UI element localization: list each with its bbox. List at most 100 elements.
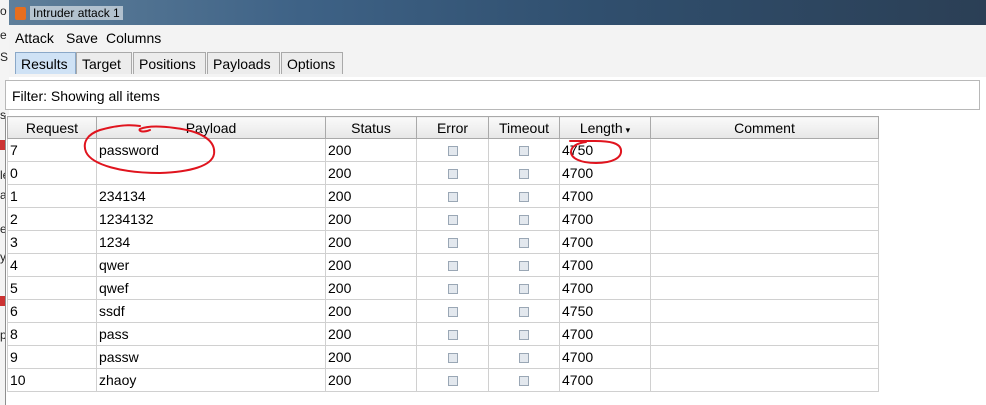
cell-request: 5	[7, 276, 97, 300]
cell-length: 4700	[559, 184, 651, 208]
tab-options[interactable]: Options	[281, 52, 343, 74]
cell-error	[416, 276, 489, 300]
column-header-length[interactable]: Length ▾	[559, 116, 651, 139]
cell-error	[416, 345, 489, 369]
tab-positions[interactable]: Positions	[133, 52, 206, 74]
cell-payload: password	[96, 138, 326, 162]
table-row[interactable]: 1 234134 200 4700	[7, 184, 879, 208]
cell-error	[416, 299, 489, 323]
cell-status: 200	[325, 230, 417, 254]
cell-length: 4700	[559, 322, 651, 346]
cell-timeout	[488, 368, 560, 392]
cell-error	[416, 253, 489, 277]
menu-save[interactable]: Save	[66, 30, 98, 46]
cell-status: 200	[325, 138, 417, 162]
sort-descending-icon: ▾	[625, 124, 631, 135]
error-checkbox	[447, 307, 458, 318]
results-table-area: Request Payload Status Error Timeout Len…	[5, 115, 981, 405]
cell-request: 7	[7, 138, 97, 162]
tab-target[interactable]: Target	[76, 52, 132, 74]
timeout-checkbox	[519, 146, 529, 157]
error-checkbox	[447, 376, 458, 387]
cell-status: 200	[325, 276, 417, 300]
error-checkbox	[447, 284, 458, 295]
cell-error	[416, 161, 489, 185]
window-title: Intruder attack 1	[30, 6, 123, 20]
timeout-checkbox	[519, 261, 529, 272]
table-row[interactable]: 8 pass 200 4700	[7, 322, 879, 346]
column-header-error[interactable]: Error	[416, 116, 489, 139]
cell-status: 200	[325, 368, 417, 392]
cell-request: 4	[7, 253, 97, 277]
cell-timeout	[488, 299, 560, 323]
cell-length: 4700	[559, 207, 651, 231]
cell-timeout	[488, 161, 560, 185]
tab-results[interactable]: Results	[15, 52, 76, 74]
error-checkbox	[447, 192, 458, 203]
column-header-status[interactable]: Status	[325, 116, 417, 139]
timeout-checkbox	[519, 192, 529, 203]
cell-request: 3	[7, 230, 97, 254]
table-row[interactable]: 5 qwef 200 4700	[7, 276, 879, 300]
error-checkbox	[447, 215, 458, 226]
timeout-checkbox	[519, 330, 529, 341]
error-checkbox	[447, 169, 458, 180]
table-row[interactable]: 9 passw 200 4700	[7, 345, 879, 369]
menu-bar: Attack Save Columns	[9, 25, 986, 51]
cell-payload: passw	[96, 345, 326, 369]
error-checkbox	[447, 146, 458, 157]
cell-comment	[650, 230, 879, 254]
table-row[interactable]: 7 password 200 4750	[7, 138, 879, 162]
cell-error	[416, 230, 489, 254]
cell-status: 200	[325, 207, 417, 231]
cell-payload	[96, 161, 326, 185]
cell-timeout	[488, 207, 560, 231]
cell-length: 4700	[559, 345, 651, 369]
filter-label: Filter: Showing all items	[12, 88, 160, 104]
cell-payload: pass	[96, 322, 326, 346]
cell-length: 4750	[559, 299, 651, 323]
table-row[interactable]: 4 qwer 200 4700	[7, 253, 879, 277]
column-header-request[interactable]: Request	[7, 116, 97, 139]
table-row[interactable]: 3 1234 200 4700	[7, 230, 879, 254]
cell-comment	[650, 184, 879, 208]
cell-request: 0	[7, 161, 97, 185]
filter-bar[interactable]: Filter: Showing all items	[5, 80, 980, 110]
cell-timeout	[488, 230, 560, 254]
cell-timeout	[488, 253, 560, 277]
table-row[interactable]: 0 200 4700	[7, 161, 879, 185]
column-header-comment[interactable]: Comment	[650, 116, 879, 139]
column-header-payload[interactable]: Payload	[96, 116, 326, 139]
menu-columns[interactable]: Columns	[106, 30, 161, 46]
cell-comment	[650, 322, 879, 346]
cell-length: 4700	[559, 253, 651, 277]
cell-timeout	[488, 138, 560, 162]
title-bar[interactable]: Intruder attack 1	[9, 0, 986, 25]
tab-payloads[interactable]: Payloads	[207, 52, 280, 74]
cell-error	[416, 184, 489, 208]
cell-request: 10	[7, 368, 97, 392]
background-text-fragment: e	[0, 28, 7, 42]
cell-status: 200	[325, 253, 417, 277]
cell-comment	[650, 138, 879, 162]
error-checkbox	[447, 238, 458, 249]
cell-timeout	[488, 184, 560, 208]
table-header-row: Request Payload Status Error Timeout Len…	[7, 116, 879, 139]
cell-request: 2	[7, 207, 97, 231]
cell-payload: qwer	[96, 253, 326, 277]
timeout-checkbox	[519, 215, 529, 226]
cell-status: 200	[325, 299, 417, 323]
menu-attack[interactable]: Attack	[15, 30, 54, 46]
results-table: Request Payload Status Error Timeout Len…	[7, 116, 879, 392]
table-row[interactable]: 2 1234132 200 4700	[7, 207, 879, 231]
cell-error	[416, 322, 489, 346]
table-row[interactable]: 6 ssdf 200 4750	[7, 299, 879, 323]
table-row[interactable]: 10 zhaoy 200 4700	[7, 368, 879, 392]
cell-comment	[650, 253, 879, 277]
cell-length: 4700	[559, 161, 651, 185]
cell-status: 200	[325, 322, 417, 346]
cell-request: 6	[7, 299, 97, 323]
column-header-timeout[interactable]: Timeout	[488, 116, 560, 139]
error-checkbox	[447, 261, 458, 272]
cell-comment	[650, 276, 879, 300]
